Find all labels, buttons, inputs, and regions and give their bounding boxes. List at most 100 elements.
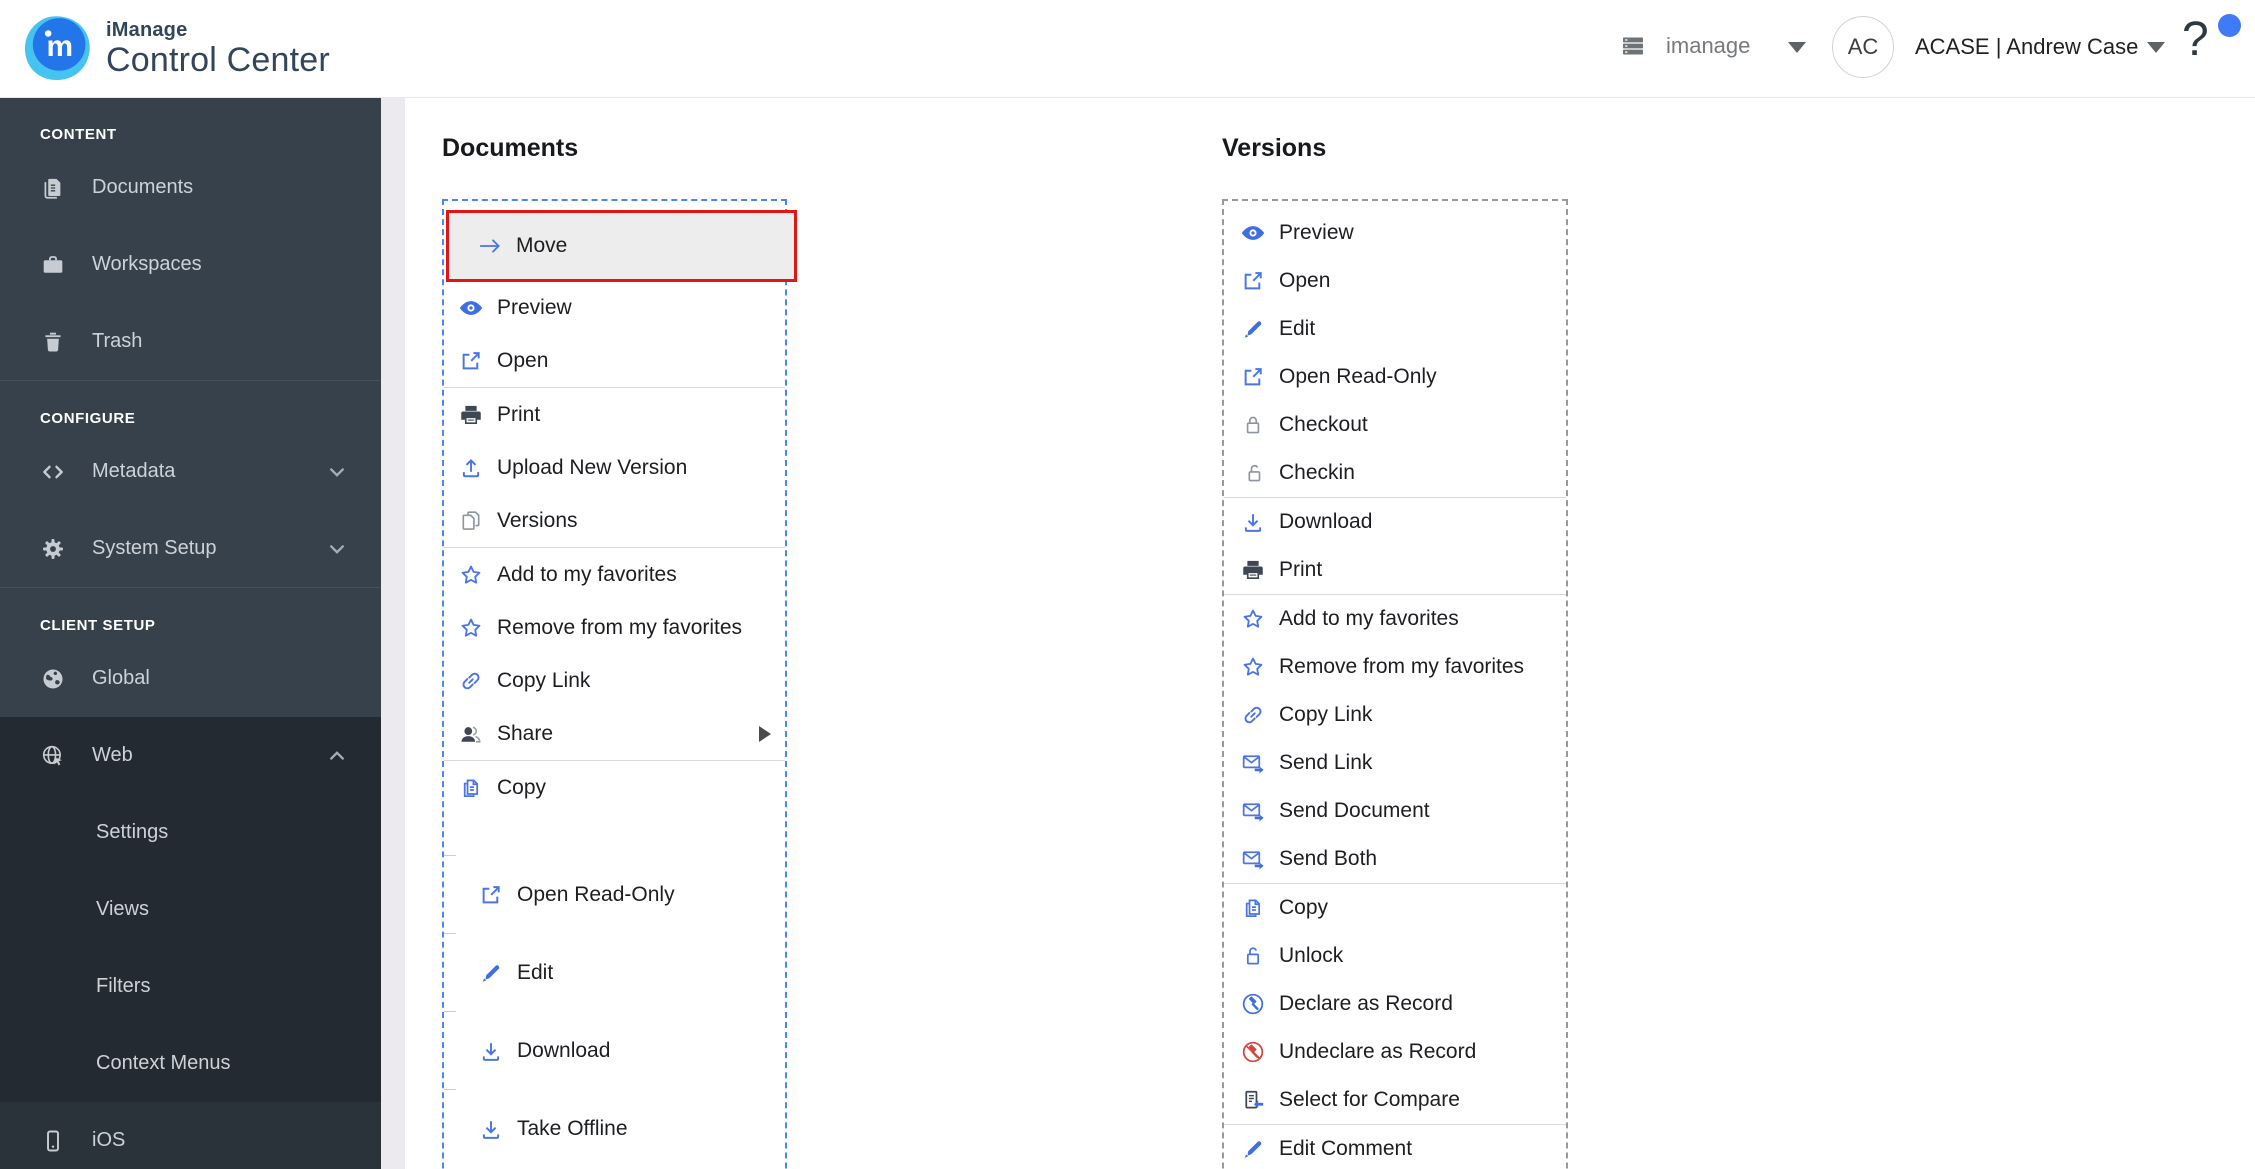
star-icon (458, 562, 484, 588)
content-gutter (381, 97, 405, 1169)
sidebar-item-label: Workspaces (92, 253, 202, 275)
help-notification-badge (2218, 14, 2241, 37)
undeclare-record-icon (1240, 1039, 1266, 1065)
sidebar-item-metadata[interactable]: Metadata (0, 433, 381, 510)
menu-item-edit[interactable]: Edit (1224, 305, 1566, 353)
menu-item-select-for-compare[interactable]: Select for Compare (1224, 1076, 1566, 1124)
edit-icon (1240, 316, 1266, 342)
menu-item-share[interactable]: Share (444, 707, 785, 760)
menu-item-label: Undeclare as Record (1279, 1040, 1477, 1063)
sidebar-item-documents[interactable]: Documents (0, 149, 381, 226)
library-caret-icon[interactable] (1788, 42, 1806, 53)
menu-item-versions[interactable]: Versions (444, 494, 785, 547)
menu-item-open[interactable]: Open (1224, 257, 1566, 305)
menu-item-copy[interactable]: Copy (1224, 884, 1566, 932)
column-documents: Documents Drag the menu to change the ord… (442, 133, 797, 1169)
user-caret-icon[interactable] (2147, 42, 2165, 53)
menu-item-take-offline[interactable]: Take Offline (444, 1089, 785, 1168)
menu-item-label: Download (1279, 510, 1373, 533)
menu-item-copy[interactable]: Copy (444, 761, 785, 814)
menu-item-send-document[interactable]: Send Document (1224, 787, 1566, 835)
column-title-versions: Versions (1222, 134, 1327, 162)
copy-icon (1240, 895, 1266, 921)
sidebar-item-workspaces[interactable]: Workspaces (0, 226, 381, 303)
menu-item-label: Send Both (1279, 847, 1378, 870)
sidebar-item-trash[interactable]: Trash (0, 303, 381, 380)
menu-item-label: Edit (1279, 317, 1316, 340)
menu-item-preview[interactable]: Preview (1224, 209, 1566, 257)
menu-item-download[interactable]: Download (444, 1011, 785, 1090)
download-icon (478, 1038, 504, 1064)
submenu-arrow-icon (759, 725, 771, 742)
menu-item-open[interactable]: Open (444, 334, 785, 387)
menu-item-print[interactable]: Print (444, 388, 785, 441)
menu-item-checkin[interactable]: Checkin (1224, 449, 1566, 497)
menu-item-add-to-my-favorites[interactable]: Add to my favorites (444, 548, 785, 601)
sidebar-item-global[interactable]: Global (0, 640, 381, 717)
star-icon (1240, 654, 1266, 680)
sidebar-item-context-menus[interactable]: Context Menus (0, 1025, 381, 1102)
open-icon (1240, 268, 1266, 294)
menu-item-label: Share (497, 721, 554, 745)
sidebar-item-system-setup[interactable]: System Setup (0, 510, 381, 587)
versions-icon (458, 508, 484, 534)
user-menu[interactable]: ACASE | Andrew Case (1915, 34, 2138, 60)
server-stack-icon (1620, 33, 1646, 59)
avatar-initials: AC (1847, 34, 1879, 59)
trash-icon (40, 329, 66, 355)
link-icon (1240, 702, 1266, 728)
menu-item-remove-from-my-favorites[interactable]: Remove from my favorites (444, 601, 785, 654)
menu-item-open-read-only[interactable]: Open Read-Only (444, 855, 785, 934)
app-header: m iManage Control Center imanage AC ACAS… (0, 0, 2255, 98)
dragged-item-label: Move (516, 234, 568, 257)
sidebar-item-label: Filters (96, 975, 151, 997)
declare-record-icon (1240, 991, 1266, 1017)
copy-icon (458, 775, 484, 801)
menu-item-undeclare-as-record[interactable]: Undeclare as Record (1224, 1028, 1566, 1076)
menu-item-upload-new-version[interactable]: Upload New Version (444, 441, 785, 494)
versions-menu-dropzone[interactable]: Preview Open Edit Open Read-Only Checkout Che… (1222, 199, 1568, 1169)
menu-item-copy-link[interactable]: Copy Link (444, 654, 785, 707)
menu-item-unlock[interactable]: Unlock (1224, 932, 1566, 980)
sidebar-item-views[interactable]: Views (0, 871, 381, 948)
menu-item-label: Checkin (1279, 461, 1355, 484)
menu-item-copy-link[interactable]: Copy Link (1224, 691, 1566, 739)
eye-icon (458, 295, 484, 321)
menu-item-send-both[interactable]: Send Both (1224, 835, 1566, 883)
dragged-menu-item-move[interactable]: Move (446, 210, 797, 282)
sidebar-item-settings[interactable]: Settings (0, 794, 381, 871)
menu-item-edit[interactable]: Edit (444, 933, 785, 1012)
smartphone-icon (40, 1128, 66, 1154)
sidebar-item-label: Context Menus (96, 1052, 231, 1074)
menu-item-edit-comment[interactable]: Edit Comment (1224, 1125, 1566, 1169)
logo-brand: iManage (106, 18, 188, 41)
globe-icon (40, 666, 66, 692)
sidebar-item-label: Metadata (92, 460, 176, 482)
star-icon (1240, 606, 1266, 632)
menu-item-label: Add to my favorites (497, 562, 677, 586)
star-icon (458, 615, 484, 641)
send-icon (1240, 798, 1266, 824)
menu-item-remove-from-my-favorites[interactable]: Remove from my favorites (1224, 643, 1566, 691)
library-selector[interactable]: imanage (1666, 33, 1750, 59)
unlock-blue-icon (1240, 943, 1266, 969)
menu-item-checkout[interactable]: Checkout (1224, 401, 1566, 449)
help-button[interactable]: ? (2182, 8, 2242, 78)
sidebar-item-label: Documents (92, 176, 194, 198)
documents-menu-dropzone[interactable]: Drag the menu to change the orderPreview… (442, 199, 797, 1169)
menu-item-open-read-only[interactable]: Open Read-Only (1224, 353, 1566, 401)
menu-item-label: Open Read-Only (1279, 365, 1437, 388)
compare-icon (1240, 1087, 1266, 1113)
menu-item-add-to-my-favorites[interactable]: Add to my favorites (1224, 595, 1566, 643)
user-avatar[interactable]: AC (1832, 16, 1894, 78)
menu-item-label: Declare as Record (1279, 992, 1453, 1015)
sidebar-item-web[interactable]: Web (0, 717, 381, 794)
menu-item-declare-as-record[interactable]: Declare as Record (1224, 980, 1566, 1028)
menu-item-print[interactable]: Print (1224, 546, 1566, 594)
upload-icon (458, 455, 484, 481)
menu-item-send-link[interactable]: Send Link (1224, 739, 1566, 787)
menu-item-download[interactable]: Download (1224, 498, 1566, 546)
sidebar-item-filters[interactable]: Filters (0, 948, 381, 1025)
menu-item-preview[interactable]: Preview (444, 281, 785, 334)
sidebar-item-ios[interactable]: iOS (0, 1102, 381, 1169)
